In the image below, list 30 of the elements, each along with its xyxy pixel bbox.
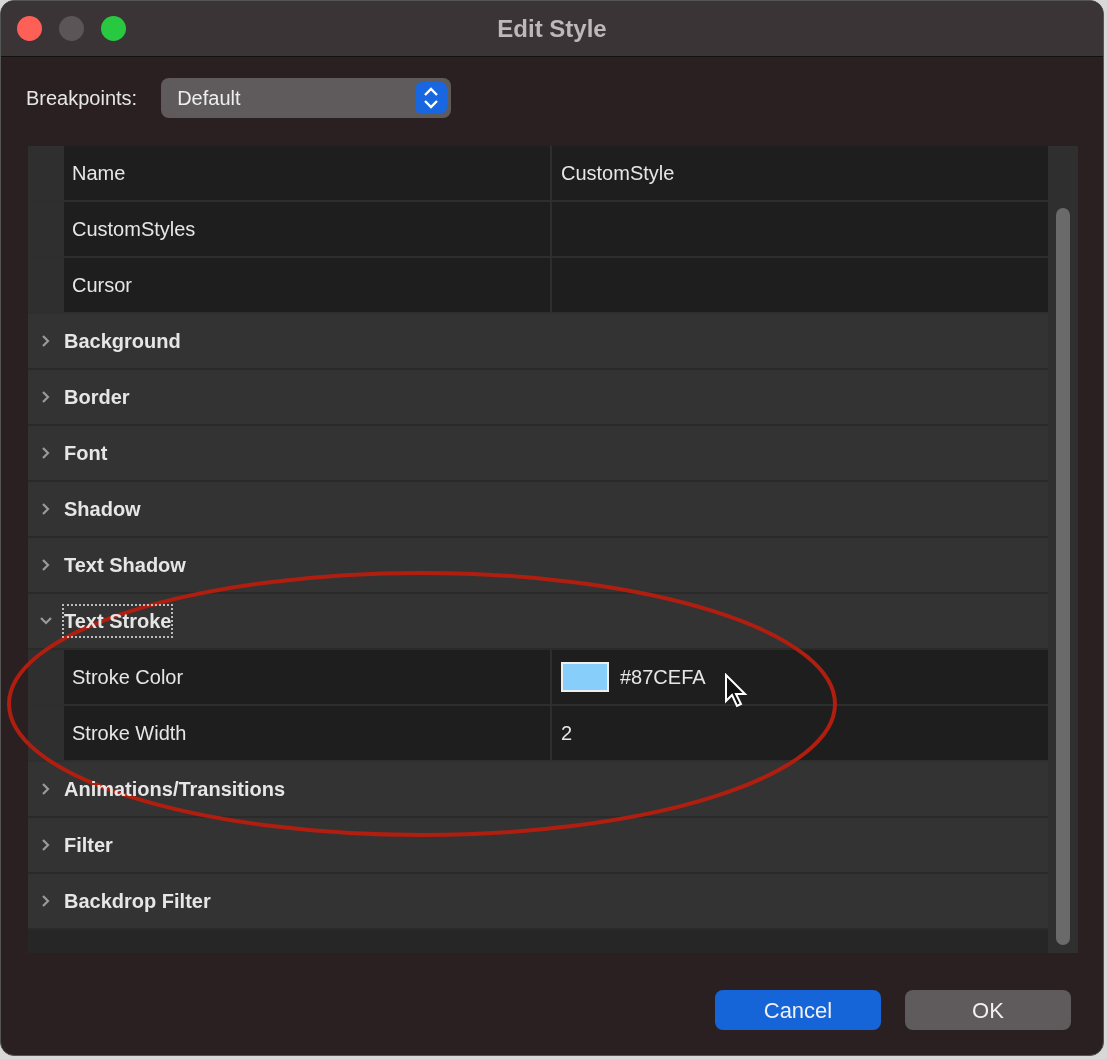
- property-value: 2: [561, 721, 573, 746]
- scrollbar-thumb[interactable]: [1056, 208, 1070, 945]
- property-label: Stroke Width: [64, 706, 552, 760]
- close-button[interactable]: [17, 16, 42, 41]
- property-value-cell[interactable]: CustomStyle: [552, 146, 1048, 200]
- group-label[interactable]: Filter: [64, 830, 113, 860]
- group-label[interactable]: Background: [64, 326, 181, 356]
- property-label: Cursor: [64, 258, 552, 312]
- group-label[interactable]: Text Stroke: [64, 606, 172, 636]
- cancel-button[interactable]: Cancel: [715, 990, 881, 1030]
- stepper-icon: [415, 82, 448, 114]
- group-label[interactable]: Border: [64, 382, 130, 412]
- property-value: CustomStyle: [561, 161, 675, 186]
- window-title: Edit Style: [497, 13, 607, 44]
- property-value: #87CEFA: [620, 665, 706, 690]
- property-value-cell[interactable]: 2: [552, 706, 1048, 760]
- property-label: Stroke Color: [64, 650, 552, 704]
- group-label[interactable]: Text Shadow: [64, 550, 186, 580]
- breakpoints-dropdown[interactable]: Default: [161, 78, 452, 118]
- group-label[interactable]: Font: [64, 438, 108, 468]
- property-label: Name: [64, 146, 552, 200]
- property-label: CustomStyles: [64, 202, 552, 256]
- group-label[interactable]: Shadow: [64, 494, 141, 524]
- group-label[interactable]: Backdrop Filter: [64, 886, 211, 916]
- mouse-pointer-icon: [724, 673, 748, 709]
- breakpoints-label: Breakpoints:: [26, 86, 138, 111]
- property-value-cell[interactable]: #87CEFA: [552, 650, 1048, 704]
- zoom-button[interactable]: [101, 16, 126, 41]
- color-swatch[interactable]: [561, 662, 609, 692]
- ok-button[interactable]: OK: [905, 990, 1071, 1030]
